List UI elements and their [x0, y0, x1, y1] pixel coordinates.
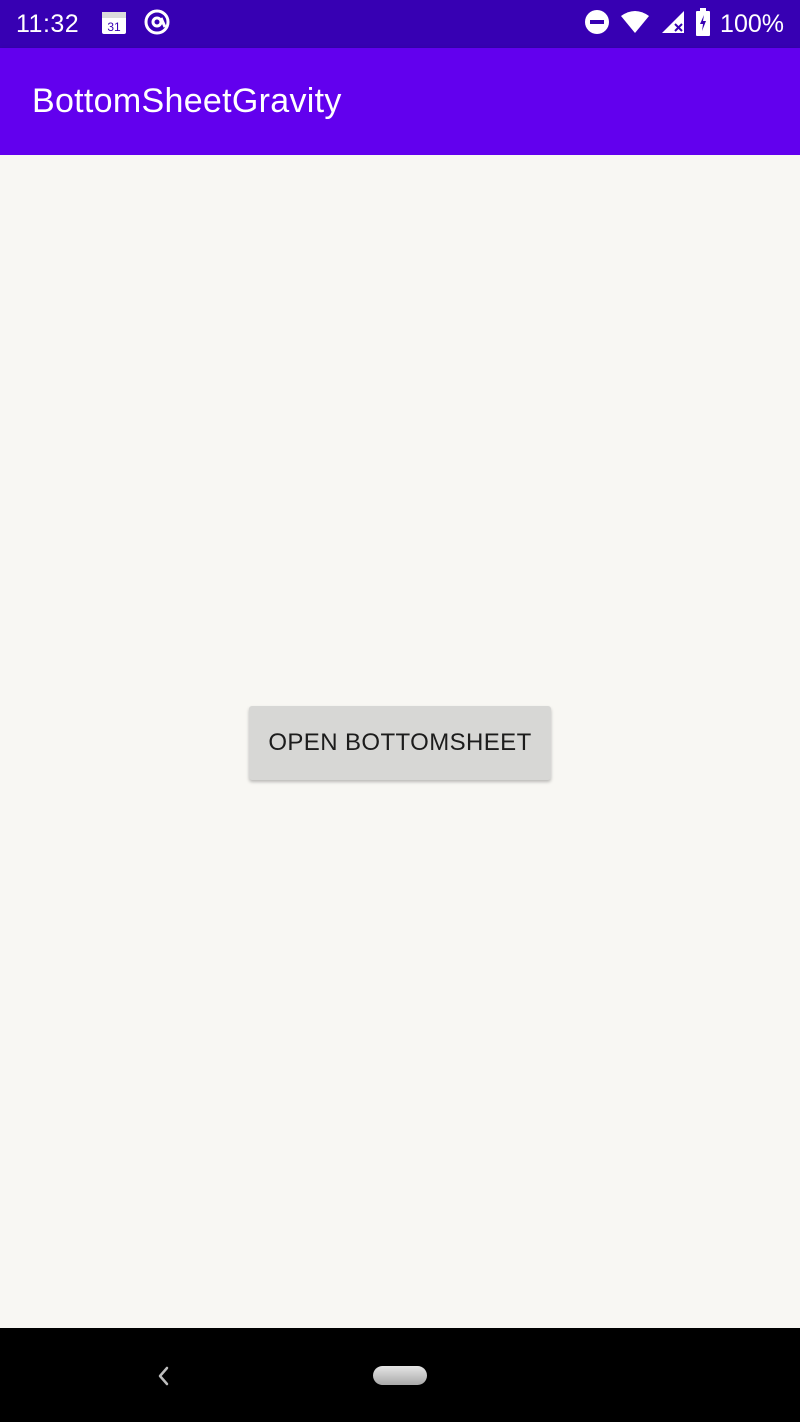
main-content: OPEN BOTTOMSHEET: [0, 155, 800, 1328]
cell-signal-icon: [660, 9, 686, 40]
status-bar: 11:32 31 100%: [0, 0, 800, 48]
battery-percent: 100%: [720, 9, 784, 38]
open-bottomsheet-button[interactable]: OPEN BOTTOMSHEET: [249, 706, 551, 780]
battery-icon: [696, 7, 711, 41]
calendar-day: 31: [108, 20, 122, 34]
home-pill-icon[interactable]: [373, 1366, 427, 1385]
do-not-disturb-icon: [584, 9, 610, 40]
status-time: 11:32: [16, 9, 80, 38]
calendar-icon: 31: [101, 9, 127, 40]
wifi-icon: [620, 9, 650, 40]
open-bottomsheet-button-label: OPEN BOTTOMSHEET: [268, 729, 532, 756]
status-right-icons: 100%: [584, 7, 784, 41]
navigation-bar: [0, 1328, 800, 1422]
status-left-icons: 31: [101, 8, 171, 41]
app-bar: BottomSheetGravity: [0, 48, 800, 155]
screen: 11:32 31 100% BottomSheetGravity OPEN BO…: [0, 0, 800, 1422]
back-icon[interactable]: [152, 1364, 176, 1388]
at-sign-icon: [143, 8, 171, 41]
app-title: BottomSheetGravity: [32, 82, 342, 120]
